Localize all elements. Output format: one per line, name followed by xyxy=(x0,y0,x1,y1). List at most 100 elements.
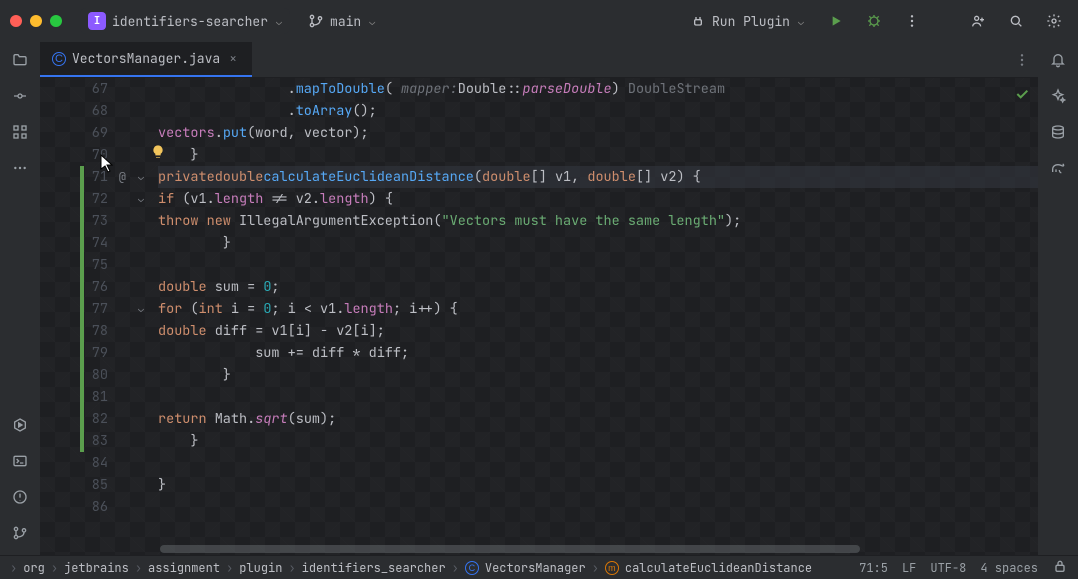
run-configuration-label: Run Plugin xyxy=(712,13,790,30)
terminal-icon xyxy=(12,453,28,469)
commit-icon xyxy=(12,88,28,104)
vcs-tool-button[interactable] xyxy=(12,525,28,545)
file-encoding[interactable]: UTF-8 xyxy=(930,560,966,576)
code-line[interactable] xyxy=(158,386,1038,408)
search-everywhere-button[interactable] xyxy=(1002,7,1030,35)
vcs-change-marker[interactable] xyxy=(80,166,84,452)
ai-assistant-button[interactable] xyxy=(1050,88,1066,108)
kebab-icon xyxy=(904,13,920,29)
code-line[interactable]: throw new IllegalArgumentException("Vect… xyxy=(158,210,1038,232)
search-icon xyxy=(1008,13,1024,29)
code-line[interactable]: for (int i = 0; i < v1.length; i++) { xyxy=(158,298,1038,320)
zoom-window-button[interactable] xyxy=(50,15,62,27)
code-line[interactable]: } xyxy=(158,430,1038,452)
database-tool-button[interactable] xyxy=(1050,124,1066,144)
code-line[interactable]: private double calculateEuclideanDistanc… xyxy=(158,166,1038,188)
database-icon xyxy=(1050,124,1066,140)
breadcrumb-segment[interactable]: plugin xyxy=(239,560,282,576)
play-icon xyxy=(828,13,844,29)
run-button[interactable] xyxy=(822,7,850,35)
caret-position[interactable]: 71:5 xyxy=(859,560,888,576)
chevron-right-icon: › xyxy=(592,560,599,576)
more-actions-button[interactable] xyxy=(898,7,926,35)
line-separator[interactable]: LF xyxy=(902,560,916,576)
chevron-right-icon: › xyxy=(452,560,459,576)
code-line[interactable] xyxy=(158,452,1038,474)
code-content[interactable]: .mapToDouble( mapper: Double::parseDoubl… xyxy=(130,78,1038,555)
code-line[interactable]: double diff = v1[i] - v2[i]; xyxy=(158,320,1038,342)
scrollbar-thumb[interactable] xyxy=(160,545,860,553)
chevron-right-icon: › xyxy=(135,560,142,576)
terminal-tool-button[interactable] xyxy=(12,453,28,473)
debug-button[interactable] xyxy=(860,7,888,35)
breadcrumb-segment[interactable]: assignment xyxy=(148,560,220,576)
code-line[interactable]: } xyxy=(158,474,1038,496)
close-tab-button[interactable]: × xyxy=(226,50,240,67)
window-controls xyxy=(10,15,62,27)
settings-button[interactable] xyxy=(1040,7,1068,35)
elephant-icon xyxy=(1050,160,1066,176)
chevron-right-icon: › xyxy=(226,560,233,576)
breadcrumb-class[interactable]: VectorsManager xyxy=(485,560,586,576)
indent-setting[interactable]: 4 spaces xyxy=(980,560,1038,576)
chevron-right-icon: › xyxy=(10,560,17,576)
breadcrumb-segment[interactable]: org xyxy=(23,560,45,576)
editor-tab[interactable]: C VectorsManager.java × xyxy=(40,42,252,77)
code-line[interactable]: vectors.put(word, vector); xyxy=(158,122,1038,144)
java-class-icon: C xyxy=(465,561,479,575)
ellipsis-icon xyxy=(12,160,28,176)
intention-bulb-icon[interactable] xyxy=(150,144,166,160)
bug-icon xyxy=(866,13,882,29)
breadcrumb-method[interactable]: calculateEuclideanDistance xyxy=(625,560,812,576)
gradle-tool-button[interactable] xyxy=(1050,160,1066,180)
project-selector[interactable]: I identifiers-searcher ⌄ xyxy=(80,8,290,34)
close-window-button[interactable] xyxy=(10,15,22,27)
code-with-me-button[interactable] xyxy=(964,7,992,35)
code-line[interactable]: .toArray(); xyxy=(158,100,1038,122)
commit-tool-button[interactable] xyxy=(12,88,28,108)
code-line[interactable]: .mapToDouble( mapper: Double::parseDoubl… xyxy=(158,78,1038,100)
problems-tool-button[interactable] xyxy=(12,489,28,509)
reader-mode-button[interactable] xyxy=(1052,558,1068,578)
code-line[interactable]: } xyxy=(158,144,1038,166)
services-tool-button[interactable] xyxy=(12,417,28,437)
right-toolbar xyxy=(1038,42,1078,555)
tab-options-button[interactable] xyxy=(1006,42,1038,77)
branch-icon xyxy=(308,13,324,29)
gear-icon xyxy=(1046,13,1062,29)
hex-play-icon xyxy=(12,417,28,433)
breadcrumb-segment[interactable]: identifiers_searcher xyxy=(302,560,446,576)
project-tool-button[interactable] xyxy=(12,52,28,72)
project-icon: I xyxy=(88,12,106,30)
run-configuration-selector[interactable]: Run Plugin ⌄ xyxy=(682,9,812,34)
chevron-right-icon: › xyxy=(51,560,58,576)
code-line[interactable]: } xyxy=(158,232,1038,254)
java-method-icon: m xyxy=(605,561,619,575)
plugin-icon xyxy=(690,13,706,29)
code-line[interactable]: } xyxy=(158,364,1038,386)
code-line[interactable]: return Math.sqrt(sum); xyxy=(158,408,1038,430)
git-branch-selector[interactable]: main ⌄ xyxy=(300,9,383,34)
code-line[interactable]: if (v1.length != v2.length) { xyxy=(158,188,1038,210)
breadcrumb-segment[interactable]: jetbrains xyxy=(64,560,129,576)
chevron-down-icon: ⌄ xyxy=(369,15,375,28)
code-line[interactable]: sum += diff * diff; xyxy=(158,342,1038,364)
code-editor[interactable]: 6768697071⌄72⌄7374757677⌄787980818283848… xyxy=(40,78,1038,555)
left-toolbar xyxy=(0,42,40,555)
horizontal-scrollbar[interactable] xyxy=(130,543,1038,555)
java-class-icon: C xyxy=(52,52,66,66)
notifications-button[interactable] xyxy=(1050,52,1066,72)
more-tools-button[interactable] xyxy=(12,160,28,180)
structure-icon xyxy=(12,124,28,140)
minimize-window-button[interactable] xyxy=(30,15,42,27)
kebab-icon xyxy=(1014,52,1030,68)
branch-icon xyxy=(12,525,28,541)
chevron-down-icon: ⌄ xyxy=(276,15,282,28)
code-line[interactable] xyxy=(158,496,1038,518)
code-line[interactable] xyxy=(158,254,1038,276)
code-line[interactable]: double sum = 0; xyxy=(158,276,1038,298)
structure-tool-button[interactable] xyxy=(12,124,28,144)
bell-icon xyxy=(1050,52,1066,68)
gutter[interactable]: 6768697071⌄72⌄7374757677⌄787980818283848… xyxy=(40,78,130,555)
breadcrumbs-bar: › org › jetbrains › assignment › plugin … xyxy=(0,555,1078,579)
